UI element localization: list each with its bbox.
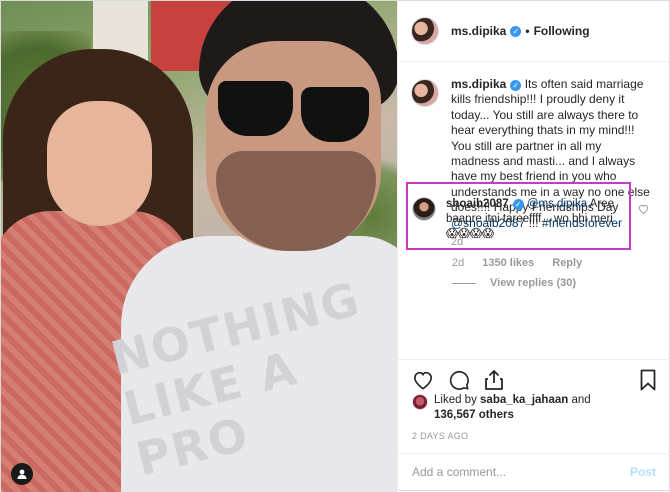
user-tag-icon[interactable] — [11, 463, 33, 485]
reply-mention-link[interactable]: @ms.dipika — [527, 198, 587, 210]
post-header: ms.dipika ✓ • Following — [398, 1, 669, 62]
add-comment-bar: Post — [398, 453, 670, 490]
likes-and: and — [568, 394, 591, 406]
post-photo[interactable]: NOTHING LIKE A PRO — [1, 1, 397, 492]
post-side-panel: ms.dipika ✓ • Following ms.dipika ✓ Its o… — [397, 1, 670, 490]
heart-icon[interactable] — [412, 370, 434, 390]
reply-text: shoaib2087 ✓ @ms.dipika Aree baapre itni … — [446, 197, 628, 242]
verified-badge-icon: ✓ — [510, 80, 522, 91]
likes-count[interactable]: 136,567 others — [434, 409, 514, 421]
reply-meta: 2d 1350 likes Reply — [452, 257, 582, 269]
liker-avatar[interactable] — [412, 394, 428, 410]
separator-dot: • — [525, 24, 530, 38]
reply-emoji: 😱😱😱😱 — [446, 228, 494, 240]
verified-badge-icon: ✓ — [512, 199, 524, 210]
comment-icon[interactable] — [448, 369, 470, 391]
comment-like-heart-icon[interactable] — [638, 203, 649, 217]
reply-timestamp: 2d — [452, 257, 465, 269]
post-date: 2 DAYS AGO — [412, 431, 469, 441]
reply-button[interactable]: Reply — [552, 257, 582, 269]
reply-username[interactable]: shoaib2087 — [446, 198, 509, 210]
caption-avatar[interactable] — [411, 79, 439, 107]
liker-username[interactable]: saba_ka_jahaan — [480, 394, 568, 406]
reply-likes-count[interactable]: 1350 likes — [482, 257, 534, 269]
share-icon[interactable] — [484, 369, 504, 391]
author-username[interactable]: ms.dipika — [451, 24, 506, 38]
verified-badge-icon: ✓ — [510, 25, 522, 37]
likes-summary: Liked by saba_ka_jahaan and 136,567 othe… — [412, 393, 634, 423]
likes-text: Liked by saba_ka_jahaan and 136,567 othe… — [434, 393, 634, 423]
author-avatar[interactable] — [411, 17, 439, 45]
view-replies-label: View replies (30) — [490, 277, 577, 289]
caption-username[interactable]: ms.dipika — [451, 77, 506, 91]
person-icon — [17, 469, 27, 479]
instagram-post: NOTHING LIKE A PRO ms.dipika ✓ • Followi… — [0, 0, 670, 492]
replies-divider — [452, 282, 476, 284]
following-button[interactable]: Following — [534, 24, 590, 38]
comment-input[interactable] — [412, 465, 630, 479]
bookmark-icon[interactable] — [640, 369, 656, 391]
reply-comment: shoaib2087 ✓ @ms.dipika Aree baapre itni … — [412, 197, 632, 242]
liked-by-label: Liked by — [434, 394, 481, 406]
woman-face — [47, 101, 152, 226]
sunglasses-right-lens — [301, 87, 369, 142]
sunglasses-left-lens — [218, 81, 293, 136]
reply-avatar[interactable] — [412, 197, 436, 221]
post-comment-button[interactable]: Post — [630, 465, 656, 479]
view-replies-link[interactable]: View replies (30) — [452, 277, 576, 289]
